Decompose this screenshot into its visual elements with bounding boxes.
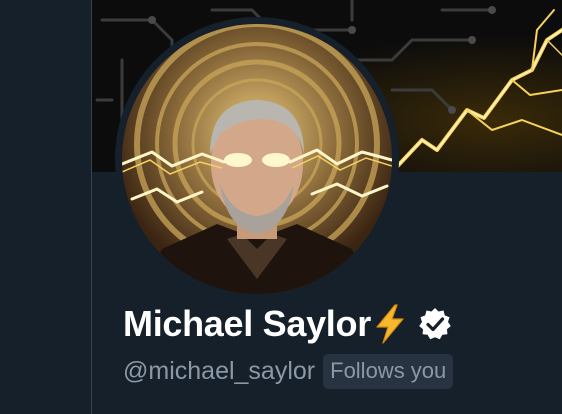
verified-badge-icon[interactable] <box>417 306 453 342</box>
profile-header: Michael Saylor @michael_saylor Follows y… <box>0 0 562 414</box>
user-handle: @michael_saylor <box>123 356 316 385</box>
handle-row: @michael_saylor Follows you <box>123 352 454 390</box>
avatar[interactable] <box>122 24 392 294</box>
lightning-icon <box>373 304 407 344</box>
display-name: Michael Saylor <box>123 303 371 344</box>
left-navigation-rail <box>0 0 92 414</box>
display-name-row: Michael Saylor <box>123 300 453 348</box>
follows-you-badge: Follows you <box>323 353 454 389</box>
